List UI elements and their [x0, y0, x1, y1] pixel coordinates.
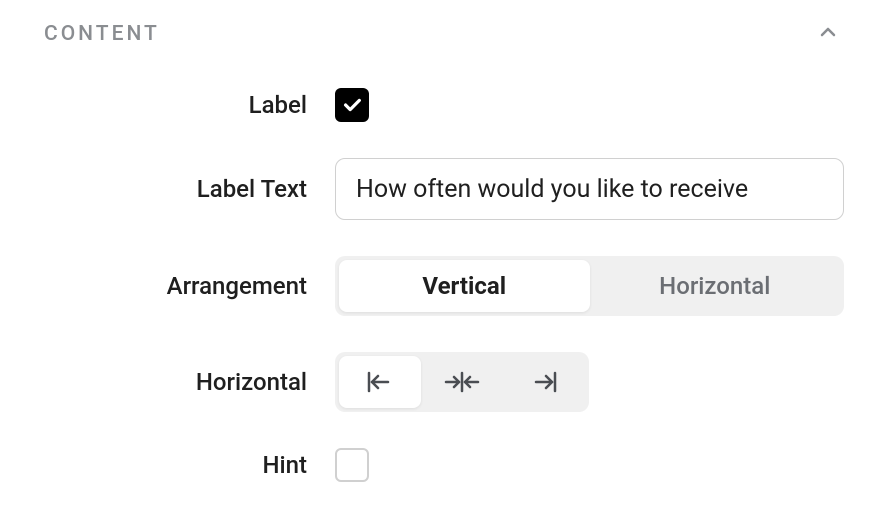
field-label: Arrangement — [40, 272, 335, 300]
field-label: Label Text — [40, 175, 335, 203]
collapse-section-icon[interactable] — [816, 20, 840, 48]
field-control — [335, 88, 844, 122]
arrangement-segmented-control: Vertical Horizontal — [335, 256, 844, 316]
hint-checkbox[interactable] — [335, 448, 369, 482]
align-left-button[interactable] — [339, 356, 421, 408]
field-row-label-text: Label Text — [40, 158, 844, 220]
align-left-icon — [364, 370, 396, 394]
field-control: Vertical Horizontal — [335, 256, 844, 316]
align-right-button[interactable] — [503, 356, 585, 408]
horizontal-align-group — [335, 352, 589, 412]
field-control — [335, 158, 844, 220]
field-label: Label — [40, 91, 335, 119]
field-label: Hint — [40, 451, 335, 479]
field-control — [335, 448, 844, 482]
label-text-input[interactable] — [335, 158, 844, 220]
field-label: Horizontal — [40, 368, 335, 396]
section-title: CONTENT — [44, 22, 160, 46]
align-center-icon — [444, 370, 480, 394]
align-center-button[interactable] — [421, 356, 503, 408]
label-checkbox[interactable] — [335, 88, 369, 122]
field-row-hint: Hint — [40, 448, 844, 482]
field-control — [335, 352, 844, 412]
field-row-arrangement: Arrangement Vertical Horizontal — [40, 256, 844, 316]
arrangement-option-vertical[interactable]: Vertical — [339, 260, 590, 312]
section-header: CONTENT — [40, 20, 844, 48]
check-icon — [341, 94, 363, 116]
arrangement-option-horizontal[interactable]: Horizontal — [590, 260, 841, 312]
field-row-label: Label — [40, 88, 844, 122]
align-right-icon — [528, 370, 560, 394]
field-row-horizontal: Horizontal — [40, 352, 844, 412]
